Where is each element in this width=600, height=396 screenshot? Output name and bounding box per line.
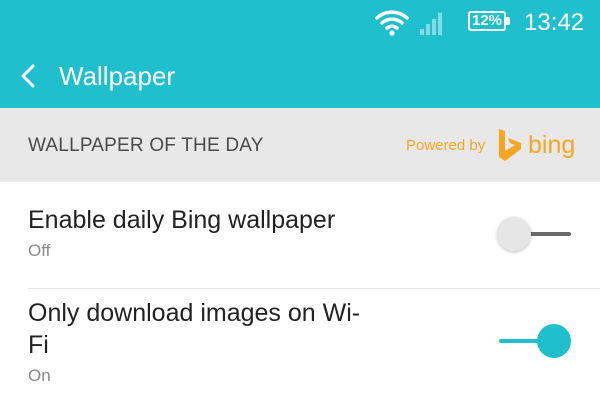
wifi-only-toggle[interactable] [497,321,573,361]
setting-title: Enable daily Bing wallpaper [28,206,336,234]
battery-percent: 12% [471,12,503,29]
setting-enable-daily-wallpaper[interactable]: Enable daily Bing wallpaper Off [0,182,600,288]
toggle-knob [497,217,531,251]
powered-by-label: Powered by [406,137,486,154]
setting-title: Only download images on Wi-Fi [28,299,361,359]
cell-signal-icon [419,9,445,37]
setting-status: Off [28,241,51,260]
section-title: WALLPAPER OF THE DAY [28,135,264,156]
battery-icon: 12% [468,11,512,33]
back-button[interactable] [10,56,50,96]
app-bar: Wallpaper [0,46,600,108]
setting-wifi-only-download[interactable]: Only download images on Wi-Fi On [0,289,600,396]
toggle-knob [537,324,571,358]
section-header: WALLPAPER OF THE DAY Powered by bing [0,108,600,182]
status-bar: 12% 13:42 [0,0,600,46]
chevron-left-icon [21,64,35,88]
bing-brand-name: bing [528,131,576,159]
status-time: 13:42 [524,9,585,36]
bing-logo-icon [497,128,523,162]
wifi-icon [375,9,409,37]
daily-wallpaper-toggle[interactable] [497,214,573,254]
page-title: Wallpaper [59,61,176,91]
setting-status: On [28,366,51,385]
